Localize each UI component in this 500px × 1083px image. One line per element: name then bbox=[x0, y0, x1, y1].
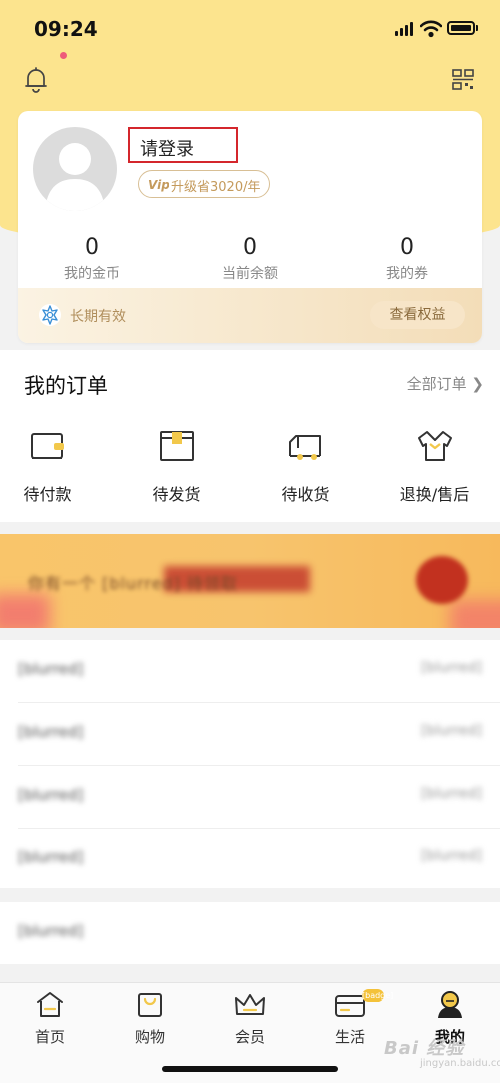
crown-icon bbox=[235, 994, 265, 1015]
tab-member[interactable]: 会员 bbox=[200, 990, 300, 1047]
banner-decoration bbox=[0, 594, 50, 628]
list-item-label: [blurred] bbox=[18, 786, 84, 804]
package-icon bbox=[159, 431, 194, 461]
cellular-signal-icon bbox=[395, 22, 415, 36]
svg-text:Vip: Vip bbox=[148, 178, 169, 192]
view-rights-button[interactable]: 查看权益 bbox=[370, 301, 465, 329]
vip-upgrade-pill[interactable]: Vip 升级省3020/年 bbox=[138, 170, 270, 198]
list-item[interactable]: [blurred] [blurred] bbox=[0, 766, 500, 828]
order-returns[interactable]: 退换/售后 bbox=[372, 428, 497, 505]
order-label: 退换/售后 bbox=[399, 485, 470, 504]
list-item-label: [blurred] bbox=[18, 922, 84, 940]
membership-badge-icon bbox=[39, 304, 61, 326]
home-icon bbox=[37, 992, 63, 1017]
order-pending-receipt[interactable]: 待收货 bbox=[243, 428, 368, 505]
membership-strip: 长期有效 查看权益 bbox=[18, 288, 482, 343]
tab-label: 会员 bbox=[234, 1028, 265, 1046]
menu-list: [blurred] [blurred] [blurred] [blurred] … bbox=[0, 640, 500, 888]
tab-badge: [badge] bbox=[362, 989, 394, 1002]
stat-coupons[interactable]: 0 我的券 bbox=[347, 235, 467, 283]
list-item-label: [blurred] bbox=[18, 723, 84, 741]
qr-scan-icon[interactable] bbox=[452, 69, 474, 91]
vip-upgrade-text: 升级省3020/年 bbox=[171, 180, 261, 195]
status-time: 09:24 bbox=[34, 17, 98, 41]
default-avatar-icon bbox=[45, 143, 105, 211]
list-item-label: [blurred] bbox=[18, 660, 84, 678]
vip-icon: Vip bbox=[148, 178, 169, 192]
order-label: 待发货 bbox=[152, 485, 201, 504]
list-item[interactable]: [blurred] [blurred] bbox=[0, 828, 500, 890]
shopping-bag-icon bbox=[138, 993, 162, 1017]
order-label: 待付款 bbox=[23, 485, 72, 504]
user-icon bbox=[438, 991, 462, 1018]
list-item-label: [blurred] bbox=[18, 848, 84, 866]
stat-balance[interactable]: 0 当前余额 bbox=[190, 235, 310, 283]
tab-home[interactable]: 首页 bbox=[0, 990, 100, 1047]
stat-coins[interactable]: 0 我的金币 bbox=[32, 235, 152, 283]
orders-section: 我的订单 全部订单 ❯ 待付款 待发货 待收货 退换/售后 bbox=[0, 350, 500, 522]
tab-shopping[interactable]: 购物 bbox=[100, 990, 200, 1047]
stat-value: 0 bbox=[400, 235, 414, 260]
stat-value: 0 bbox=[243, 235, 257, 260]
battery-icon bbox=[447, 21, 475, 35]
list-item[interactable]: [blurred] [blurred] bbox=[0, 703, 500, 765]
truck-icon bbox=[288, 435, 321, 460]
list-item[interactable]: [blurred] bbox=[0, 902, 500, 964]
list-item-value: [blurred] bbox=[420, 848, 482, 864]
orders-title: 我的订单 bbox=[24, 374, 108, 398]
menu-list-secondary: [blurred] bbox=[0, 902, 500, 964]
notification-dot bbox=[60, 52, 67, 59]
login-link[interactable]: 请登录 bbox=[128, 127, 238, 163]
order-pending-shipment[interactable]: 待发货 bbox=[114, 428, 239, 505]
bell-icon[interactable] bbox=[24, 67, 48, 93]
battery-cap bbox=[476, 25, 478, 31]
order-label: 待收货 bbox=[281, 485, 330, 504]
tab-label: 购物 bbox=[134, 1028, 165, 1046]
tab-label: 首页 bbox=[34, 1028, 65, 1046]
stat-label: 我的金币 bbox=[64, 266, 120, 282]
profile-card: 请登录 Vip 升级省3020/年 0 我的金币 0 当前余额 0 我的券 长期… bbox=[18, 111, 482, 343]
list-item-value: [blurred] bbox=[420, 660, 482, 676]
order-pending-payment[interactable]: 待付款 bbox=[0, 428, 110, 505]
home-indicator bbox=[162, 1066, 338, 1072]
validity-text: 长期有效 bbox=[70, 309, 126, 325]
banner-decoration bbox=[450, 600, 500, 628]
list-item[interactable]: [blurred] [blurred] bbox=[0, 640, 500, 702]
wallet-icon bbox=[30, 433, 64, 459]
banner-cta[interactable] bbox=[416, 556, 468, 604]
watermark-sub: jingyan.baidu.com bbox=[420, 1058, 500, 1069]
avatar[interactable] bbox=[33, 127, 117, 211]
login-prompt: 请登录 bbox=[140, 139, 194, 160]
promo-banner[interactable]: 你有一个 [blurred] 待领取 bbox=[0, 534, 500, 628]
status-bar: 09:24 bbox=[0, 0, 500, 59]
all-orders-link[interactable]: 全部订单 ❯ bbox=[407, 373, 484, 394]
list-item-value: [blurred] bbox=[420, 786, 482, 802]
stat-label: 当前余额 bbox=[222, 266, 278, 282]
shirt-return-icon bbox=[417, 431, 452, 461]
stat-label: 我的券 bbox=[386, 266, 428, 282]
wifi-icon bbox=[420, 20, 442, 38]
watermark: Bai 经验 bbox=[384, 1038, 465, 1059]
banner-text: 你有一个 [blurred] 待领取 bbox=[28, 574, 238, 593]
list-item-value: [blurred] bbox=[420, 723, 482, 739]
stat-value: 0 bbox=[85, 235, 99, 260]
